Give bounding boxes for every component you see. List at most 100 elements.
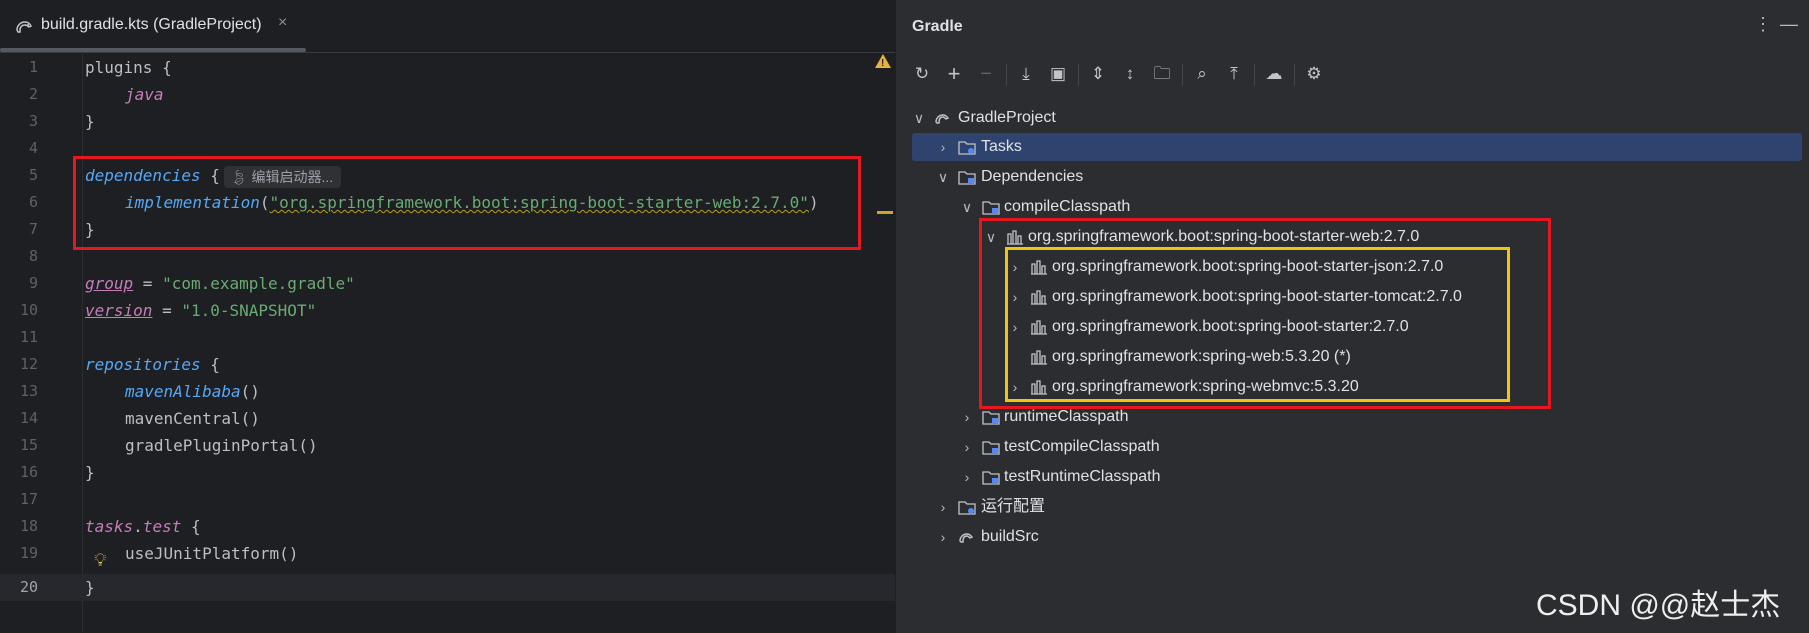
code-text: } [85,463,95,482]
download-sources-icon[interactable]: ⤓ [1014,62,1038,86]
toolbar-separator [1182,64,1183,86]
tree-node-label: testCompileClasspath [1004,438,1160,455]
line-number: 10 [19,301,38,319]
link-project-icon[interactable]: 🗀︎ [1150,62,1174,86]
chevron-right-icon[interactable]: › [936,497,950,517]
tree-node-compileClasspath[interactable]: ∨ compileClasspath [912,193,1802,221]
chevron-down-icon[interactable]: ∨ [960,197,974,217]
chevron-right-icon[interactable]: › [960,407,974,427]
remove-icon[interactable]: − [974,62,998,86]
gradle-elephant-icon [16,21,33,33]
gradle-toolbar: ↻ + − ⤓ ▣ ⇕ ↕ 🗀︎ ⌕ ⤒ ☁ ⚙ [896,58,1809,92]
reload-icon[interactable]: ↻ [910,62,934,86]
tree-node-label: Dependencies [981,168,1084,185]
code-token: { [181,517,201,536]
code-line-current[interactable]: 20 } [0,574,895,601]
show-dependencies-icon[interactable]: ⤒ [1222,62,1246,86]
code-line[interactable]: 16 } [0,459,895,486]
tree-node-run-configurations[interactable]: › 运行配置 [912,493,1802,521]
code-line[interactable]: 13 mavenAlibaba() [0,378,895,405]
expand-all-icon[interactable]: ⇕ [1086,62,1110,86]
minimize-icon[interactable]: — [1780,14,1798,35]
tree-node-label: testRuntimeClasspath [1004,468,1161,485]
line-number: 4 [28,139,38,157]
code-line[interactable]: 1 plugins { [0,54,895,81]
toolbar-separator [1006,64,1007,86]
gradle-elephant-icon [959,533,974,543]
chevron-right-icon[interactable]: › [936,527,950,547]
tree-node-label: runtimeClasspath [1004,408,1129,425]
offline-mode-icon[interactable]: ☁ [1262,62,1286,86]
code-line[interactable]: 3 } [0,108,895,135]
code-token: = [152,301,182,320]
code-text: plugins { [85,58,172,77]
tree-node-root[interactable]: ∨ GradleProject [912,104,1802,132]
line-number: 7 [28,220,38,238]
settings-icon[interactable]: ⚙ [1302,62,1326,86]
line-number: 3 [28,112,38,130]
line-number: 12 [19,355,38,373]
code-token: { [200,355,220,374]
warning-stripe-marker[interactable] [877,211,893,214]
code-line[interactable]: 11 [0,324,895,351]
line-number: 5 [28,166,38,184]
code-token: = [133,274,163,293]
line-number: 19 [19,544,38,562]
editor-tab-bar: build.gradle.kts (GradleProject) × [0,0,895,53]
chevron-right-icon[interactable]: › [960,467,974,487]
toolbar-separator [1078,64,1079,86]
code-line[interactable]: 18 tasks.test { [0,513,895,540]
code-line[interactable]: 12 repositories { [0,351,895,378]
code-token: group [85,274,134,293]
line-number: 17 [19,490,38,508]
tree-node-testRuntimeClasspath[interactable]: › testRuntimeClasspath [912,463,1802,491]
code-line[interactable]: 19 useJUnitPlatform() [0,540,895,567]
code-line[interactable]: 17 [0,486,895,513]
collapse-all-icon[interactable]: ↕ [1118,62,1142,86]
line-number: 8 [28,247,38,265]
folder-configuration-icon [982,411,1000,425]
chevron-right-icon[interactable]: › [936,137,950,157]
code-line[interactable]: 10 version = "1.0-SNAPSHOT" [0,297,895,324]
more-options-icon[interactable]: ⋮ [1754,14,1772,35]
code-line[interactable]: 9 group = "com.example.gradle" [0,270,895,297]
folder-tasks-icon [958,141,976,155]
watermark: CSDN @@赵士杰 [1536,589,1781,622]
chevron-down-icon[interactable]: ∨ [912,108,926,128]
gradle-elephant-icon [935,114,950,124]
line-number: 16 [19,463,38,481]
lightbulb-icon[interactable]: 💡︎ [94,550,107,571]
line-number: 9 [28,274,38,292]
code-token: mavenAlibaba [125,382,241,401]
warning-icon-mark: ! [881,58,885,69]
code-editor: build.gradle.kts (GradleProject) × 1 plu… [0,0,895,633]
chevron-down-icon[interactable]: ∨ [936,167,950,187]
code-line[interactable]: 2 java [0,81,895,108]
toolbar-separator [1294,64,1295,86]
tree-node-dependencies[interactable]: ∨ Dependencies [912,163,1802,191]
folder-configuration-icon [982,471,1000,485]
code-token: test [142,517,182,536]
chevron-right-icon[interactable]: › [960,437,974,457]
run-task-icon[interactable]: ▣ [1046,62,1070,86]
dependencies-highlight-box [73,156,861,250]
code-token: . [133,517,143,536]
line-number: 18 [19,517,38,535]
folder-configuration-icon [982,441,1000,455]
tree-node-testCompileClasspath[interactable]: › testCompileClasspath [912,433,1802,461]
code-line[interactable]: 14 mavenCentral() [0,405,895,432]
folder-configuration-icon [982,201,1000,215]
code-line[interactable]: 15 gradlePluginPortal() [0,432,895,459]
code-token: java [125,85,164,104]
tree-node-tasks[interactable]: › Tasks [912,133,1802,161]
code-text: gradlePluginPortal() [125,436,318,455]
line-number: 14 [19,409,38,427]
tab-title: build.gradle.kts (GradleProject) [41,16,262,33]
analyze-dependencies-icon[interactable]: ⌕ [1190,62,1214,86]
tree-node-buildSrc[interactable]: › buildSrc [912,523,1802,551]
folder-dependencies-icon [958,171,976,185]
tree-node-label: 运行配置 [981,498,1046,515]
tab-close-icon[interactable]: × [278,14,287,32]
add-icon[interactable]: + [942,62,966,86]
editor-tab[interactable]: build.gradle.kts (GradleProject) × [0,0,306,52]
